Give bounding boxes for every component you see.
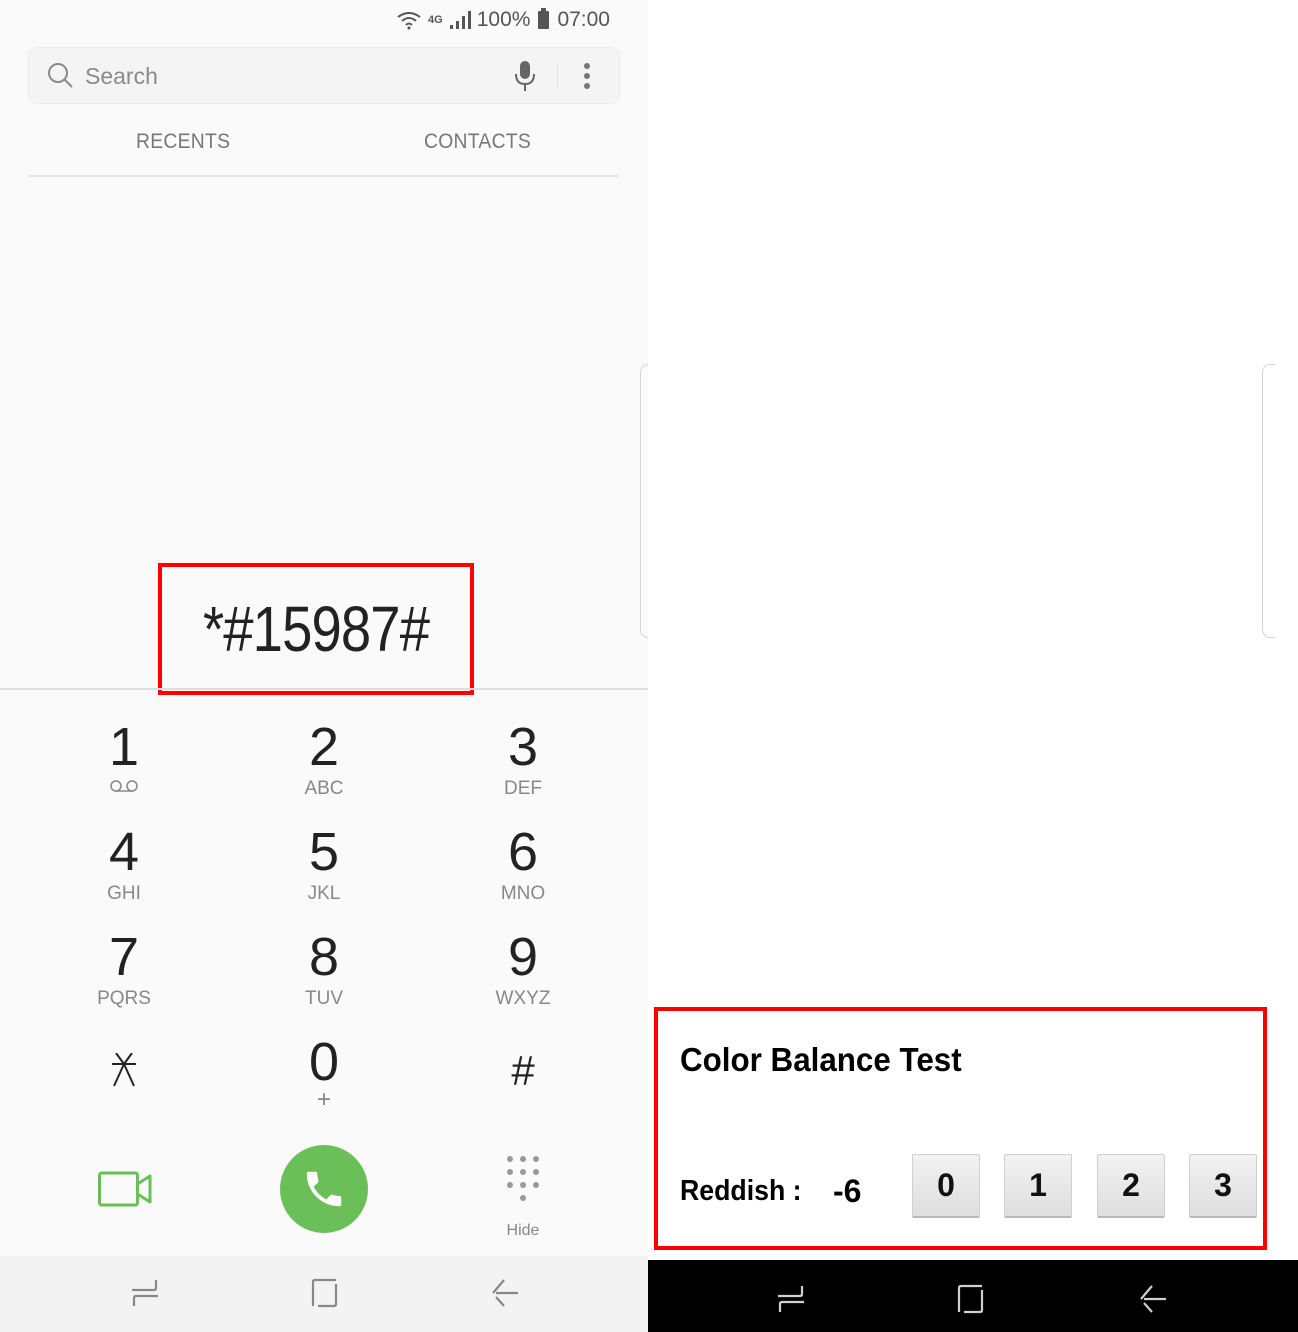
key-digit: 7: [108, 927, 140, 987]
level-3-button[interactable]: 3: [1189, 1154, 1257, 1218]
key-letters: WXYZ: [495, 988, 551, 1009]
navigation-bar: [648, 1260, 1298, 1332]
key-8[interactable]: 8 TUV: [244, 930, 404, 1026]
battery-icon: [538, 8, 550, 29]
key-digit: 1: [108, 717, 140, 777]
asterisk-icon: [112, 1053, 136, 1087]
tab-contacts[interactable]: CONTACTS: [424, 130, 531, 154]
call-button[interactable]: [280, 1145, 368, 1233]
tabs-divider: [28, 175, 619, 177]
color-balance-title: Color Balance Test: [680, 1041, 962, 1078]
key-5[interactable]: 5 JKL: [244, 825, 404, 921]
recent-apps-icon[interactable]: [130, 1276, 160, 1308]
wifi-icon: [397, 12, 421, 30]
key-digit: 5: [308, 822, 340, 882]
home-icon[interactable]: [956, 1282, 986, 1314]
key-digit: 0: [308, 1032, 340, 1092]
level-0-button[interactable]: 0: [912, 1154, 980, 1218]
key-4[interactable]: 4 GHI: [44, 825, 204, 921]
back-icon[interactable]: [1138, 1282, 1168, 1314]
network-type: 4G: [428, 13, 443, 26]
key-digit: 3: [507, 717, 539, 777]
key-letters: MNO: [500, 883, 546, 904]
key-letters: PQRS: [97, 988, 151, 1009]
search-bar: [28, 47, 620, 104]
search-divider: [557, 64, 558, 88]
voicemail-icon: [110, 780, 138, 792]
level-2-button[interactable]: 2: [1097, 1154, 1165, 1218]
key-digit: 9: [507, 927, 539, 987]
keypad-icon: [507, 1156, 539, 1201]
search-input[interactable]: [83, 58, 487, 94]
key-2[interactable]: 2 ABC: [244, 720, 404, 816]
search-icon: [48, 63, 73, 88]
hide-label: Hide: [506, 1222, 540, 1239]
key-1[interactable]: 1: [44, 720, 204, 816]
battery-percent: 100%: [476, 8, 531, 31]
more-options-icon[interactable]: [577, 60, 597, 92]
video-call-icon[interactable]: [98, 1170, 152, 1208]
home-icon[interactable]: [310, 1276, 340, 1308]
key-letters: DEF: [504, 778, 542, 799]
recent-apps-icon[interactable]: [776, 1282, 806, 1314]
clock: 07:00: [557, 8, 610, 31]
key-3[interactable]: 3 DEF: [443, 720, 603, 816]
microphone-icon[interactable]: [513, 60, 537, 92]
color-balance-screen: Color Balance Test Reddish : -6 0 1 2 3: [648, 0, 1298, 1332]
key-letters: GHI: [107, 883, 141, 904]
key-0[interactable]: 0 +: [244, 1035, 404, 1131]
key-hash[interactable]: #: [443, 1045, 603, 1141]
key-letters: TUV: [305, 988, 343, 1009]
key-star[interactable]: [44, 1045, 204, 1141]
dialed-number-highlight: *#15987#: [158, 563, 474, 695]
key-digit: 2: [308, 717, 340, 777]
back-icon[interactable]: [490, 1276, 520, 1308]
key-letters: JKL: [307, 883, 341, 904]
reddish-label: Reddish :: [680, 1175, 802, 1207]
reddish-value: -6: [833, 1173, 862, 1209]
key-9[interactable]: 9 WXYZ: [443, 930, 603, 1026]
key-digit: 8: [308, 927, 340, 987]
hide-keypad-button[interactable]: Hide: [500, 1155, 546, 1239]
keypad-divider: [0, 688, 648, 690]
tab-recents[interactable]: RECENTS: [136, 130, 230, 154]
navigation-bar: [0, 1256, 648, 1332]
key-7[interactable]: 7 PQRS: [44, 930, 204, 1026]
status-bar: 4G 100% 07:00: [396, 6, 610, 34]
key-digit: 6: [507, 822, 539, 882]
color-balance-highlight: Color Balance Test Reddish : -6 0 1 2 3: [654, 1007, 1267, 1250]
phone-icon: [306, 1171, 342, 1207]
key-letters: ABC: [304, 778, 344, 799]
key-digit: #: [511, 1047, 535, 1094]
key-digit: 4: [108, 822, 140, 882]
edge-panel-handle[interactable]: [1262, 364, 1275, 638]
level-1-button[interactable]: 1: [1004, 1154, 1072, 1218]
signal-icon: [449, 11, 471, 29]
dialed-number[interactable]: *#15987#: [203, 592, 430, 666]
key-6[interactable]: 6 MNO: [443, 825, 603, 921]
dialer-screen: 4G 100% 07:00 RECENTS CONTACTS: [0, 0, 651, 1332]
key-letters: +: [316, 1086, 331, 1113]
